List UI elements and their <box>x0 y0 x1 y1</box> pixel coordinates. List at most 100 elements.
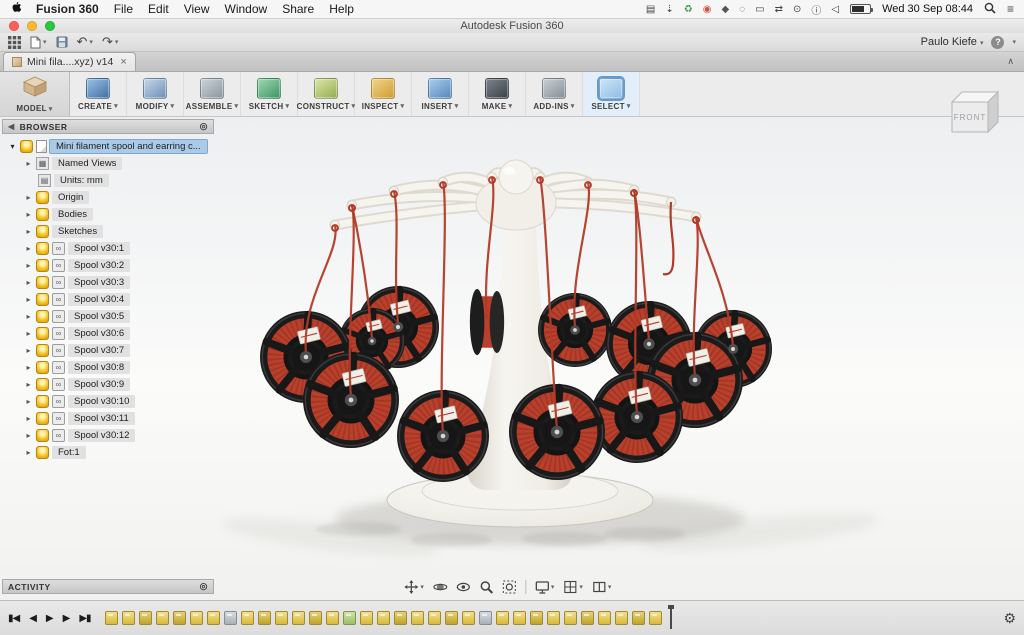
tree-item-spool-v30-8[interactable]: ▸∞Spool v30:8 <box>2 359 214 376</box>
expand-arrow-icon[interactable]: ▸ <box>24 329 33 338</box>
timeline-feature-feature[interactable] <box>530 611 543 625</box>
construct-icon[interactable] <box>314 78 338 99</box>
grid-display-icon[interactable]: ▾ <box>563 580 583 594</box>
timeline-feature-sketch[interactable] <box>547 611 560 625</box>
timeline-feature-feature[interactable] <box>581 611 594 625</box>
addins-icon[interactable] <box>542 78 566 99</box>
expand-arrow-icon[interactable]: ▸ <box>24 261 33 270</box>
activity-panel-header[interactable]: ACTIVITY ◎ <box>2 579 214 594</box>
apple-menu-icon[interactable] <box>10 1 21 17</box>
alert-icon[interactable]: ⊙ <box>793 4 801 15</box>
skip-to-start-button[interactable]: ▮◀ <box>8 613 19 624</box>
timeline-feature-sketch[interactable] <box>615 611 628 625</box>
menu-window[interactable]: Window <box>225 2 268 16</box>
expand-arrow-icon[interactable]: ▾ <box>8 142 17 151</box>
visibility-bulb-icon[interactable] <box>36 259 49 272</box>
menubar-clock[interactable]: Wed 30 Sep 08:44 <box>882 3 973 15</box>
info-icon[interactable]: ⓘ <box>811 2 821 17</box>
timeline-feature-sketch[interactable] <box>377 611 390 625</box>
fit-icon[interactable] <box>502 580 516 594</box>
inspect-icon[interactable] <box>371 78 395 99</box>
visibility-bulb-icon[interactable] <box>36 378 49 391</box>
expand-arrow-icon[interactable]: ▸ <box>24 227 33 236</box>
notification-icon[interactable]: ◌ <box>739 4 745 15</box>
tree-item-spool-v30-2[interactable]: ▸∞Spool v30:2 <box>2 257 214 274</box>
timeline-feature-sketch[interactable] <box>649 611 662 625</box>
step-back-button[interactable]: ◀ <box>29 613 36 624</box>
menu-edit[interactable]: Edit <box>148 2 169 16</box>
viewports-icon[interactable]: ▾ <box>592 580 612 594</box>
activity-options-icon[interactable]: ◎ <box>200 581 208 592</box>
expand-arrow-icon[interactable]: ▸ <box>24 414 33 423</box>
visibility-bulb-icon[interactable] <box>36 395 49 408</box>
timeline-feature-feature[interactable] <box>309 611 322 625</box>
timeline-feature-feature[interactable] <box>394 611 407 625</box>
menu-help[interactable]: Help <box>329 2 354 16</box>
step-forward-button[interactable]: ▶ <box>63 613 70 624</box>
status-dot-icon[interactable]: ◉ <box>703 4 712 15</box>
timeline-feature-feature[interactable] <box>258 611 271 625</box>
ribbon-group-select[interactable]: SELECT▾ <box>583 72 640 116</box>
expand-arrow-icon[interactable]: ▸ <box>24 295 33 304</box>
timeline-feature-feature[interactable] <box>173 611 186 625</box>
timeline-settings-gear-icon[interactable]: ⚙ <box>1003 610 1016 627</box>
timeline-feature-sketch[interactable] <box>190 611 203 625</box>
tree-item-fot-1[interactable]: ▸Fot:1 <box>2 444 214 461</box>
timeline-feature-sketch[interactable] <box>275 611 288 625</box>
pan-icon[interactable]: ▾ <box>404 580 424 594</box>
visibility-bulb-icon[interactable] <box>36 344 49 357</box>
expand-arrow-icon[interactable]: ▸ <box>24 346 33 355</box>
tree-item-spool-v30-5[interactable]: ▸∞Spool v30:5 <box>2 308 214 325</box>
expand-arrow-icon[interactable]: ▸ <box>24 448 33 457</box>
visibility-bulb-icon[interactable] <box>36 276 49 289</box>
modify-icon[interactable] <box>143 78 167 99</box>
timeline-feature-sketch[interactable] <box>326 611 339 625</box>
tree-item-spool-v30-4[interactable]: ▸∞Spool v30:4 <box>2 291 214 308</box>
panel-options-icon[interactable]: ◎ <box>200 121 208 132</box>
expand-arrow-icon[interactable]: ▸ <box>24 244 33 253</box>
tab-close-icon[interactable]: × <box>120 56 126 68</box>
timeline-position-marker[interactable] <box>670 607 672 629</box>
tree-item-named-views[interactable]: ▸▦Named Views <box>2 155 214 172</box>
visibility-bulb-icon[interactable] <box>36 412 49 425</box>
visibility-bulb-icon[interactable] <box>36 310 49 323</box>
visibility-bulb-icon[interactable] <box>20 140 33 153</box>
tree-item-origin[interactable]: ▸Origin <box>2 189 214 206</box>
tree-item-spool-v30-11[interactable]: ▸∞Spool v30:11 <box>2 410 214 427</box>
timeline-feature-body[interactable] <box>479 611 492 625</box>
tree-item-mini-filament-spool-and-earring-c[interactable]: ▾Mini filament spool and earring c... <box>2 138 214 155</box>
help-button[interactable]: ? <box>991 36 1004 49</box>
visibility-bulb-icon[interactable] <box>36 293 49 306</box>
tree-item-spool-v30-7[interactable]: ▸∞Spool v30:7 <box>2 342 214 359</box>
timeline-feature-sketch[interactable] <box>360 611 373 625</box>
spotlight-search-icon[interactable] <box>984 2 996 17</box>
play-button[interactable]: ▶ <box>46 613 53 624</box>
menu-view[interactable]: View <box>184 2 210 16</box>
tree-item-spool-v30-10[interactable]: ▸∞Spool v30:10 <box>2 393 214 410</box>
skip-to-end-button[interactable]: ▶▮ <box>79 613 90 624</box>
timeline-feature-construct[interactable] <box>343 611 356 625</box>
ribbon-group-insert[interactable]: INSERT▾ <box>412 72 469 116</box>
create-icon[interactable] <box>86 78 110 99</box>
zoom-icon[interactable] <box>479 580 493 594</box>
timeline-feature-sketch[interactable] <box>411 611 424 625</box>
swap-icon[interactable]: ⇄ <box>775 4 783 15</box>
ribbon-group-sketch[interactable]: SKETCH▾ <box>241 72 298 116</box>
expand-arrow-icon[interactable]: ▸ <box>24 397 33 406</box>
sync-icon[interactable]: ♻ <box>684 4 693 15</box>
timeline-feature-sketch[interactable] <box>292 611 305 625</box>
ribbon-group-create[interactable]: CREATE▾ <box>70 72 127 116</box>
tree-item-spool-v30-9[interactable]: ▸∞Spool v30:9 <box>2 376 214 393</box>
expand-arrow-icon[interactable]: ▸ <box>24 278 33 287</box>
screen-mirroring-icon[interactable]: ▤ <box>646 4 655 15</box>
sketch-icon[interactable] <box>257 78 281 99</box>
app-menu-title[interactable]: Fusion 360 <box>36 2 99 16</box>
insert-icon[interactable] <box>428 78 452 99</box>
display-icon[interactable]: ▭ <box>755 4 764 15</box>
undo-icon[interactable]: ↶▾ <box>77 34 93 50</box>
expand-arrow-icon[interactable]: ▸ <box>24 210 33 219</box>
visibility-bulb-icon[interactable] <box>36 208 49 221</box>
tree-item-spool-v30-12[interactable]: ▸∞Spool v30:12 <box>2 427 214 444</box>
ribbon-group-construct[interactable]: CONSTRUCT▾ <box>298 72 355 116</box>
collapse-tabbar-icon[interactable]: ∧ <box>1007 56 1014 67</box>
